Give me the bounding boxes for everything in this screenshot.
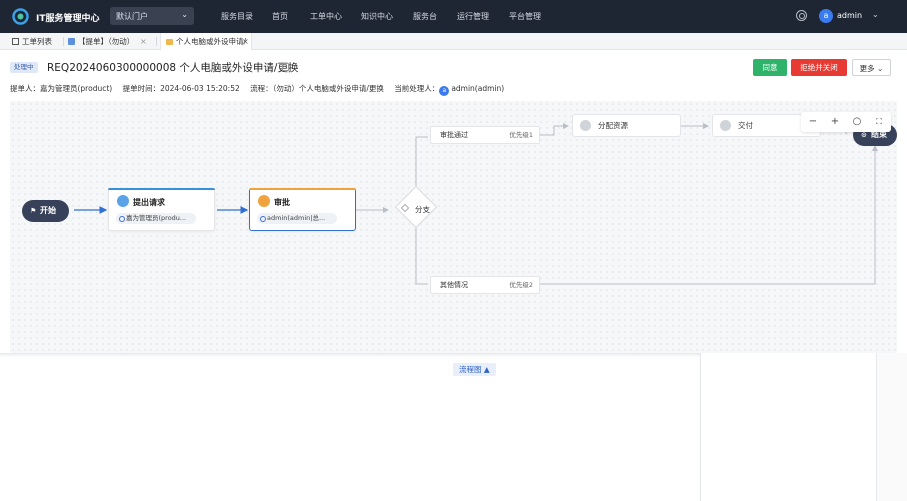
status-badge: 处理中: [10, 62, 38, 73]
canvas-toolbar: − + ○ ⛶: [801, 112, 891, 132]
handler-name: admin(admin): [451, 84, 505, 93]
portal-select[interactable]: 默认门户 ⌄: [110, 7, 194, 25]
chevron-down-icon[interactable]: ⌄: [872, 10, 879, 19]
assign-resource-node[interactable]: 分配资源: [572, 114, 681, 137]
condition-priority: 优先级1: [509, 131, 533, 139]
nav-service-catalog[interactable]: 服务目录: [221, 11, 253, 22]
deliver-label: 交付: [738, 121, 753, 130]
nav-ticket-center[interactable]: 工单中心: [310, 11, 342, 22]
tab-label: 个人电脑或外设申请/: [176, 37, 247, 46]
deliver-icon: [720, 120, 731, 131]
tab-ticket-list[interactable]: 工单列表: [12, 33, 60, 50]
flag-icon: ⚑: [30, 207, 37, 215]
nav-platform[interactable]: 平台管理: [509, 11, 541, 22]
process-name: 流程：（勿动）个人电脑或外设申请/更换: [250, 84, 384, 93]
gear-icon[interactable]: [796, 10, 807, 21]
gear-icon: [117, 195, 129, 207]
tab-submit[interactable]: 【提单】（勿动）: [68, 33, 140, 50]
approve-node[interactable]: 审批 admin(admin|总...: [249, 188, 356, 231]
resource-icon: [580, 120, 591, 131]
tab-label: 工单列表: [22, 37, 52, 46]
submitter: 提单人：嘉为管理员(product): [10, 84, 113, 93]
handler-avatar: a: [439, 86, 450, 96]
condition-label: 审批通过: [440, 131, 468, 139]
flow-diagram-toggle[interactable]: 流程图 ▲: [453, 363, 496, 376]
top-nav: IT服务管理中心 默认门户 ⌄ 服务目录 首页 工单中心 知识中心 服务台 运行…: [0, 0, 907, 33]
app-title: IT服务管理中心: [36, 14, 100, 24]
approve-assignee: admin(admin|总...: [257, 213, 337, 224]
approve-button[interactable]: 同意: [753, 59, 787, 76]
assign-resource-label: 分配资源: [598, 121, 628, 130]
nav-knowledge-center[interactable]: 知识中心: [361, 11, 393, 22]
user-name[interactable]: admin: [837, 11, 862, 20]
app-logo-icon: [12, 8, 29, 25]
start-node[interactable]: ⚑ 开始: [22, 200, 69, 222]
scrollbar[interactable]: [876, 353, 907, 501]
chevron-down-icon: ⌄: [181, 10, 188, 19]
chevron-down-icon: ⌄: [877, 64, 884, 73]
tab-bar: 工单列表 【提单】（勿动） × 个人电脑或外设申请/ ×: [0, 33, 907, 50]
handler-label: 当前处理人：: [394, 84, 440, 93]
fullscreen-icon[interactable]: ⛶: [869, 112, 889, 132]
more-button[interactable]: 更多 ⌄: [852, 59, 891, 76]
condition-label: 其他情况: [440, 281, 468, 289]
tab-divider: [156, 37, 157, 46]
approve-node-title: 审批: [274, 198, 290, 207]
copy-icon[interactable]: [282, 63, 289, 71]
reset-view-icon[interactable]: ○: [847, 112, 867, 132]
submit-time: 提单时间：2024-06-03 15:20:52: [122, 84, 240, 93]
condition-priority: 优先级2: [509, 281, 533, 289]
start-label: 开始: [40, 206, 56, 215]
node-accent-bar: [108, 188, 215, 190]
close-icon[interactable]: ×: [140, 33, 147, 50]
submit-assignee: 嘉为管理员(produ...: [116, 213, 196, 224]
submit-node[interactable]: 提出请求 嘉为管理员(produ...: [108, 188, 215, 231]
zoom-out-icon[interactable]: −: [803, 112, 823, 132]
tab-label: 【提单】（勿动）: [78, 37, 135, 46]
avatar[interactable]: a: [819, 9, 833, 23]
more-label: 更多: [859, 64, 875, 73]
branch-label: 分支: [415, 205, 430, 214]
close-icon[interactable]: ×: [242, 33, 249, 50]
reject-close-button[interactable]: 拒绝并关闭: [791, 59, 847, 76]
folder-icon: [166, 39, 173, 45]
document-icon: [12, 38, 19, 45]
node-accent-bar: [249, 188, 356, 190]
tab-current-ticket[interactable]: 个人电脑或外设申请/: [160, 33, 252, 50]
submit-node-title: 提出请求: [133, 198, 165, 207]
ticket-meta: 提单人：嘉为管理员(product) 提单时间：2024-06-03 15:20…: [10, 83, 512, 96]
flow-canvas[interactable]: ⚑ 开始 提出请求 嘉为管理员(produ... 审批 admin(admin|…: [10, 101, 897, 353]
tab-divider: [63, 37, 64, 46]
condition-approved[interactable]: 审批通过 优先级1: [430, 126, 540, 144]
page-title: REQ2024060300000008 个人电脑或外设申请/更换: [47, 62, 299, 74]
nav-home[interactable]: 首页: [272, 11, 288, 22]
zoom-in-icon[interactable]: +: [825, 112, 845, 132]
approval-icon: [258, 195, 270, 207]
nav-operations[interactable]: 运行管理: [457, 11, 489, 22]
condition-other[interactable]: 其他情况 优先级2: [430, 276, 540, 294]
portal-select-value: 默认门户: [116, 12, 148, 21]
form-icon: [68, 38, 75, 45]
nav-service-desk[interactable]: 服务台: [413, 11, 437, 22]
